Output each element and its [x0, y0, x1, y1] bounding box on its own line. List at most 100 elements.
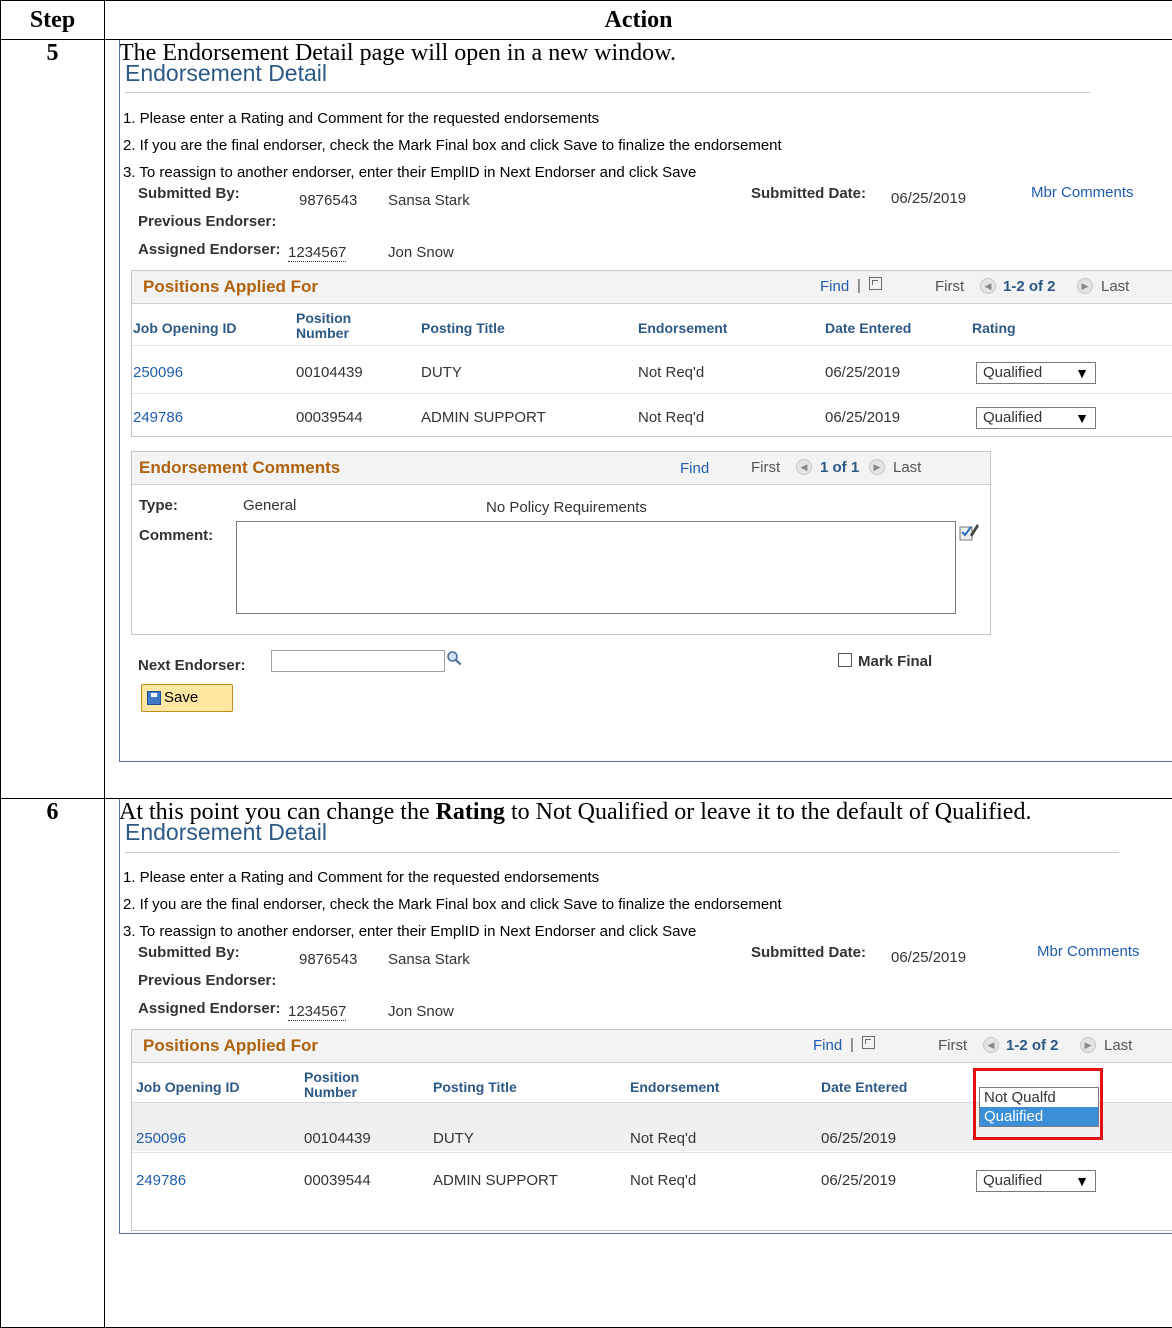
view-all-icon[interactable]: [869, 277, 882, 290]
action-column-header: Action: [104, 0, 1172, 40]
view-all-icon[interactable]: [862, 1036, 875, 1049]
col-position-number[interactable]: Position Number: [304, 1070, 374, 1100]
col-rating[interactable]: Rating: [972, 321, 1016, 336]
find-link[interactable]: Find: [680, 460, 709, 477]
rating-dropdown-list[interactable]: Not Qualfd Qualified: [979, 1087, 1099, 1127]
step-action-cell: The Endorsement Detail page will open in…: [104, 39, 1172, 799]
instruction-2: 2. If you are the final endorser, check …: [123, 137, 782, 154]
row-range: 1 of 1: [820, 459, 860, 476]
col-posting-title[interactable]: Posting Title: [421, 321, 505, 336]
save-button[interactable]: Save: [141, 684, 233, 712]
step-action-cell: At this point you can change the Rating …: [104, 798, 1172, 1328]
chevron-down-icon: ▼: [1075, 1173, 1089, 1189]
type-value: General: [243, 497, 297, 514]
mbr-comments-link[interactable]: Mbr Comments: [1031, 184, 1134, 201]
previous-icon[interactable]: ◀: [796, 459, 812, 475]
first-label[interactable]: First: [935, 278, 964, 295]
endorsement-status: Not Req'd: [638, 364, 705, 381]
job-opening-id-link[interactable]: 250096: [136, 1130, 186, 1147]
previous-endorser-label: Previous Endorser:: [138, 972, 277, 989]
endorsement-detail-panel: Endorsement Detail 1. Please enter a Rat…: [105, 40, 1172, 798]
comment-textarea[interactable]: [236, 521, 956, 614]
mbr-comments-link[interactable]: Mbr Comments: [1037, 943, 1140, 960]
title-divider: [125, 92, 1090, 93]
submitted-by-label: Submitted By:: [138, 185, 240, 202]
row-divider: [132, 393, 1172, 394]
col-endorsement[interactable]: Endorsement: [638, 321, 727, 336]
find-link[interactable]: Find: [820, 278, 849, 295]
first-label[interactable]: First: [751, 459, 780, 476]
submitted-date-value: 06/25/2019: [891, 949, 967, 966]
rating-select[interactable]: Qualified ▼: [976, 407, 1096, 429]
submitted-by-name: Sansa Stark: [388, 951, 470, 968]
date-entered: 06/25/2019: [821, 1172, 897, 1189]
instruction-1: 1. Please enter a Rating and Comment for…: [123, 869, 600, 886]
date-entered: 06/25/2019: [821, 1130, 897, 1147]
next-endorser-input[interactable]: [271, 650, 445, 672]
submitted-by-label: Submitted By:: [138, 944, 240, 961]
endorsement-status: Not Req'd: [638, 409, 705, 426]
next-icon[interactable]: ▶: [1077, 278, 1093, 294]
mark-final-checkbox[interactable]: [838, 653, 852, 667]
search-icon[interactable]: [446, 650, 462, 666]
submitted-by-name: Sansa Stark: [388, 192, 470, 209]
col-job-opening-id[interactable]: Job Opening ID: [133, 321, 236, 336]
endorsement-status: Not Req'd: [630, 1172, 697, 1189]
last-label[interactable]: Last: [1101, 278, 1129, 295]
last-label[interactable]: Last: [1104, 1037, 1132, 1054]
title-divider: [125, 852, 1119, 853]
step-number: 6: [0, 798, 105, 1328]
last-label[interactable]: Last: [893, 459, 921, 476]
row-range: 1-2 of 2: [1003, 278, 1056, 295]
previous-icon[interactable]: ◀: [983, 1037, 999, 1053]
separator: |: [850, 1036, 854, 1053]
policy-text: No Policy Requirements: [486, 499, 647, 516]
assigned-endorser-id[interactable]: 1234567: [288, 1003, 347, 1021]
rating-select[interactable]: Qualified ▼: [976, 1170, 1096, 1192]
col-date-entered[interactable]: Date Entered: [821, 1080, 907, 1095]
previous-icon[interactable]: ◀: [980, 278, 996, 294]
page-title: Endorsement Detail: [125, 60, 327, 86]
job-opening-id-link[interactable]: 249786: [136, 1172, 186, 1189]
next-icon[interactable]: ▶: [869, 459, 885, 475]
instruction-table: Step Action 5 The Endorsement Detail pag…: [0, 0, 1172, 1328]
col-job-opening-id[interactable]: Job Opening ID: [136, 1080, 239, 1095]
rating-select-value: Qualified: [983, 1172, 1043, 1189]
step-column-header: Step: [0, 0, 105, 40]
row-range: 1-2 of 2: [1006, 1037, 1059, 1054]
find-link[interactable]: Find: [813, 1037, 842, 1054]
endorsement-detail-panel: Endorsement Detail 1. Please enter a Rat…: [105, 799, 1172, 1256]
posting-title: DUTY: [433, 1130, 474, 1147]
dropdown-option-qualified[interactable]: Qualified: [980, 1107, 1098, 1126]
chevron-down-icon: ▼: [1075, 365, 1089, 381]
instruction-1: 1. Please enter a Rating and Comment for…: [123, 110, 600, 127]
first-label[interactable]: First: [938, 1037, 967, 1054]
spell-check-icon[interactable]: [958, 521, 980, 543]
positions-grid-title: Positions Applied For: [143, 1036, 319, 1055]
rating-select-value: Qualified: [983, 364, 1043, 381]
separator: |: [857, 277, 861, 294]
rating-select[interactable]: Qualified ▼: [976, 362, 1096, 384]
col-endorsement[interactable]: Endorsement: [630, 1080, 719, 1095]
row-divider: [132, 1152, 1172, 1153]
job-opening-id-link[interactable]: 249786: [133, 409, 183, 426]
dropdown-option-not-qualified[interactable]: Not Qualfd: [980, 1088, 1098, 1107]
assigned-endorser-id[interactable]: 1234567: [288, 244, 347, 262]
job-opening-id-link[interactable]: 250096: [133, 364, 183, 381]
previous-endorser-label: Previous Endorser:: [138, 213, 277, 230]
posting-title: ADMIN SUPPORT: [421, 409, 546, 426]
assigned-endorser-label: Assigned Endorser:: [138, 1000, 281, 1017]
assigned-endorser-label: Assigned Endorser:: [138, 241, 281, 258]
next-icon[interactable]: ▶: [1080, 1037, 1096, 1053]
posting-title: ADMIN SUPPORT: [433, 1172, 558, 1189]
row-divider: [132, 345, 1172, 346]
col-date-entered[interactable]: Date Entered: [825, 321, 911, 336]
comments-grid-title: Endorsement Comments: [139, 458, 341, 477]
chevron-down-icon: ▼: [1075, 410, 1089, 426]
col-posting-title[interactable]: Posting Title: [433, 1080, 517, 1095]
submitted-by-id: 9876543: [299, 192, 358, 209]
save-icon: [147, 691, 161, 705]
col-position-number[interactable]: Position Number: [296, 311, 366, 341]
positions-grid-title: Positions Applied For: [143, 277, 319, 296]
date-entered: 06/25/2019: [825, 364, 901, 381]
